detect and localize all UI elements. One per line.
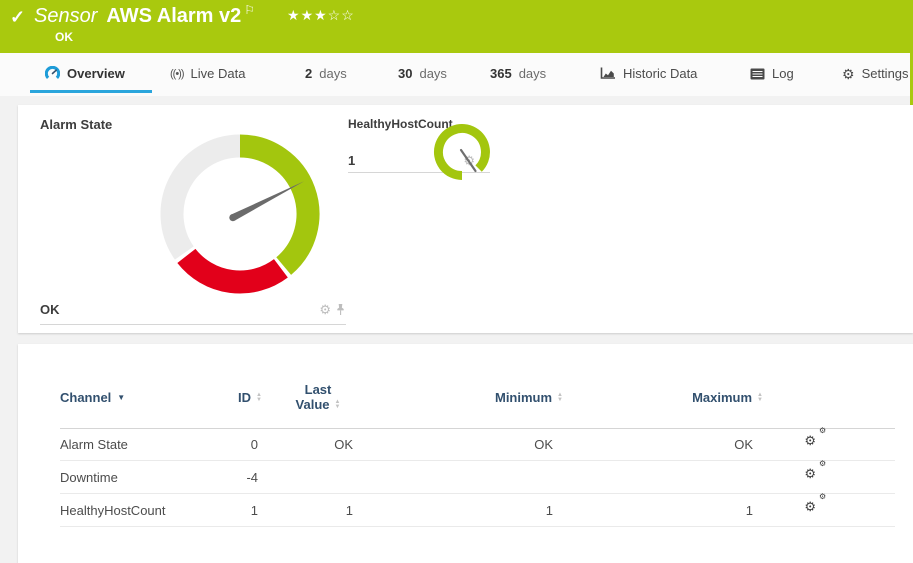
- column-header-id[interactable]: ID ▲▼: [158, 390, 262, 405]
- active-tab-underline: [30, 90, 152, 93]
- gauge-icon: [45, 66, 60, 81]
- healthy-host-count-gauge: [430, 120, 494, 184]
- healthy-host-count-gauge-value: 1: [348, 153, 355, 168]
- stars-filled: ★★★: [287, 7, 328, 23]
- channels-table-panel: Channel ▼ ID ▲▼ Last Value ▲▼ Minimum ▲▼…: [18, 344, 913, 563]
- tab-live-data-label: Live Data: [191, 66, 246, 81]
- tab-2-days[interactable]: 2 days: [305, 66, 347, 81]
- maximum-cell: OK: [618, 428, 753, 461]
- column-header-minimum[interactable]: Minimum ▲▼: [418, 390, 563, 405]
- tab-log-label: Log: [772, 66, 794, 81]
- minimum-cell: 1: [418, 494, 553, 527]
- priority-stars[interactable]: ★★★☆☆: [287, 7, 355, 24]
- column-header-channel-label: Channel: [60, 390, 111, 405]
- column-header-minimum-label: Minimum: [495, 390, 552, 405]
- id-cell: 0: [158, 428, 258, 461]
- tab-overview-label: Overview: [67, 66, 125, 81]
- maximum-cell: 1: [618, 494, 753, 527]
- tab-30-days-number: 30: [398, 66, 412, 81]
- tab-365-days-number: 365: [490, 66, 512, 81]
- id-cell: 1: [158, 494, 258, 527]
- status-badge: OK: [55, 30, 73, 44]
- row-divider: [60, 526, 895, 527]
- alarm-state-gauge: [140, 114, 340, 314]
- table-row: Downtime -4 ⚙⚙: [18, 461, 913, 494]
- mini-gauge-needle: [461, 150, 476, 171]
- column-header-maximum[interactable]: Maximum ▲▼: [618, 390, 763, 405]
- tab-log[interactable]: Log: [750, 66, 794, 81]
- sort-icon: ▲▼: [557, 393, 563, 403]
- tab-settings-label: Settings: [862, 66, 909, 81]
- tab-2-days-label: days: [319, 66, 346, 81]
- tab-30-days[interactable]: 30 days: [398, 66, 447, 81]
- broadcast-icon: ((•)): [170, 68, 184, 80]
- gauge-needle: [231, 181, 304, 220]
- channel-name-cell: Alarm State: [60, 428, 128, 461]
- id-cell: -4: [158, 461, 258, 494]
- sort-icon: ▲▼: [256, 393, 262, 403]
- minimum-cell: OK: [418, 428, 553, 461]
- sort-desc-icon: ▼: [117, 393, 125, 402]
- gauge-empty-segment: [172, 146, 240, 253]
- tab-overview[interactable]: Overview: [45, 66, 125, 81]
- alarm-state-gauge-value: OK: [40, 302, 60, 317]
- tab-live-data[interactable]: ((•)) Live Data: [170, 66, 245, 81]
- chart-icon: [600, 67, 616, 80]
- last-value-cell: OK: [258, 428, 353, 461]
- tab-365-days[interactable]: 365 days: [490, 66, 546, 81]
- ok-check-icon: ✓: [10, 7, 25, 28]
- column-header-id-label: ID: [238, 390, 251, 405]
- column-header-channel[interactable]: Channel ▼: [60, 390, 125, 405]
- flag-icon[interactable]: ⚐: [244, 3, 255, 17]
- object-kind-label: Sensor: [34, 5, 97, 28]
- column-header-last-value[interactable]: Last Value ▲▼: [273, 382, 363, 412]
- last-value-cell: 1: [258, 494, 353, 527]
- stars-empty: ☆☆: [328, 7, 355, 23]
- tab-30-days-label: days: [419, 66, 446, 81]
- tab-365-days-label: days: [519, 66, 546, 81]
- sensor-header: ✓ Sensor AWS Alarm v2 ⚐ ★★★☆☆ OK: [0, 0, 913, 53]
- sort-icon: ▲▼: [757, 393, 763, 403]
- tab-2-days-number: 2: [305, 66, 312, 81]
- tab-settings[interactable]: ⚙ Settings: [842, 66, 909, 81]
- column-header-value-label: Value: [296, 397, 330, 412]
- log-icon: [750, 68, 765, 80]
- table-header-row: Channel ▼ ID ▲▼ Last Value ▲▼ Minimum ▲▼…: [18, 382, 913, 428]
- sort-icon: ▲▼: [335, 400, 341, 410]
- tab-historic-data-label: Historic Data: [623, 66, 697, 81]
- column-header-last-label: Last: [305, 382, 332, 397]
- column-header-maximum-label: Maximum: [692, 390, 752, 405]
- gear-icon: ⚙: [842, 67, 855, 81]
- table-row: Alarm State 0 OK OK OK ⚙⚙: [18, 428, 913, 461]
- table-row: HealthyHostCount 1 1 1 1 ⚙⚙: [18, 494, 913, 527]
- gauges-panel: Alarm State OK ⚙ HealthyHostCount 1 ⚙: [18, 105, 913, 333]
- page-title: AWS Alarm v2: [106, 5, 241, 28]
- channel-name-cell: Downtime: [60, 461, 118, 494]
- alarm-state-gauge-title: Alarm State: [40, 117, 112, 132]
- tab-historic-data[interactable]: Historic Data: [600, 66, 697, 81]
- channel-name-cell: HealthyHostCount: [60, 494, 166, 527]
- gauge-error-segment: [186, 256, 281, 282]
- sensor-title-line: Sensor AWS Alarm v2 ⚐ ★★★☆☆: [34, 5, 355, 28]
- prtg-sensor-page: ✓ Sensor AWS Alarm v2 ⚐ ★★★☆☆ OK Overvie…: [0, 0, 913, 563]
- tab-bar: Overview ((•)) Live Data 2 days 30 days …: [0, 53, 913, 96]
